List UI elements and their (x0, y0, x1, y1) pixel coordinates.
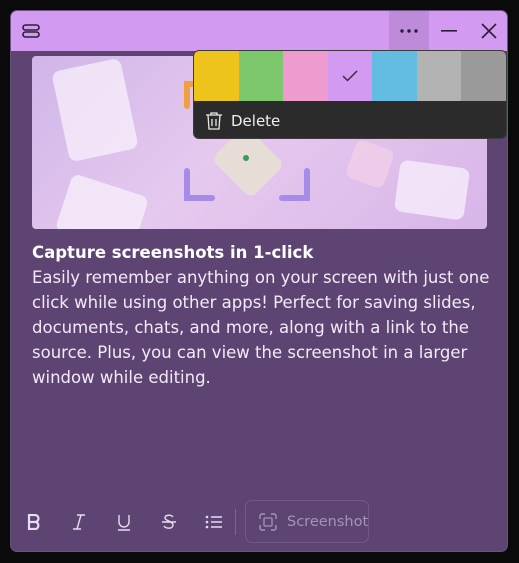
screenshot-icon (259, 512, 277, 531)
menu-button[interactable] (11, 11, 51, 51)
delete-label: Delete (231, 111, 281, 130)
italic-button[interactable] (64, 507, 94, 537)
bullet-list-button[interactable] (199, 507, 229, 537)
trash-icon (205, 111, 223, 131)
bold-icon (27, 514, 40, 530)
color-menu: Delete (193, 50, 507, 139)
color-swatch-green[interactable] (238, 51, 284, 101)
minimize-icon (441, 30, 457, 32)
checkmark-icon (342, 70, 358, 82)
titlebar (11, 11, 507, 51)
underline-button[interactable] (109, 507, 139, 537)
underline-icon (118, 514, 130, 531)
close-icon (481, 23, 497, 39)
color-swatch-pink[interactable] (283, 51, 328, 101)
color-swatch-purple[interactable] (327, 51, 373, 101)
color-swatch-charcoal[interactable] (461, 51, 506, 101)
more-options-button[interactable] (389, 11, 429, 51)
screenshot-label: Screenshot (287, 513, 369, 530)
color-swatch-gray[interactable] (416, 51, 462, 101)
color-swatch-yellow[interactable] (194, 51, 239, 101)
minimize-button[interactable] (429, 11, 469, 51)
note-content[interactable]: Capture screenshots in 1-click Easily re… (32, 240, 492, 390)
color-swatches (194, 51, 506, 101)
screenshot-button[interactable]: Screenshot (245, 500, 369, 543)
delete-note-button[interactable]: Delete (194, 101, 506, 138)
bullet-list-icon (205, 515, 222, 529)
toolbar-divider (235, 509, 236, 535)
bold-button[interactable] (19, 507, 49, 537)
strikethrough-button[interactable] (154, 507, 184, 537)
more-icon (400, 29, 418, 33)
close-button[interactable] (469, 11, 507, 51)
note-body: Easily remember anything on your screen … (32, 268, 490, 387)
hamburger-icon (22, 24, 40, 38)
note-heading: Capture screenshots in 1-click (32, 243, 314, 262)
color-swatch-blue[interactable] (372, 51, 417, 101)
formatting-toolbar: Screenshot (11, 499, 507, 545)
strikethrough-icon (162, 514, 176, 529)
italic-icon (73, 514, 85, 530)
